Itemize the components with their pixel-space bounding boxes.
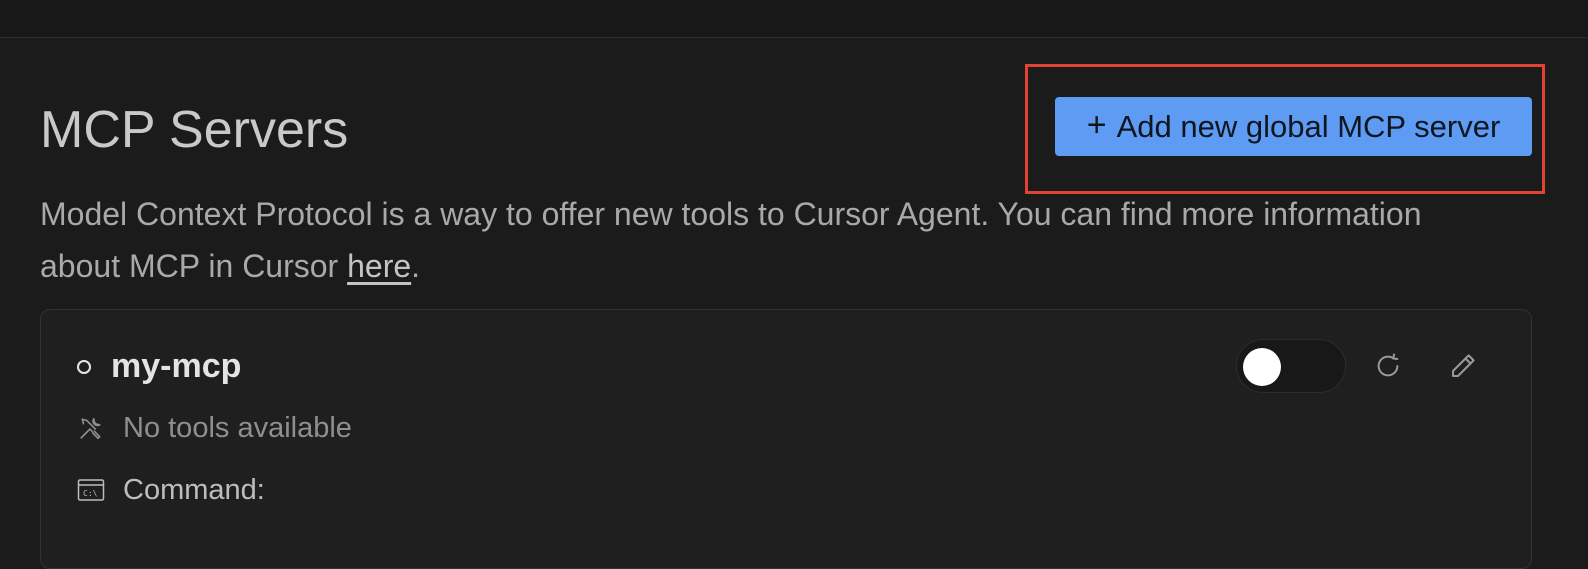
tools-icon [77, 414, 105, 442]
top-bar [0, 0, 1588, 38]
page-title: MCP Servers [40, 101, 349, 159]
tools-label: No tools available [123, 412, 352, 444]
pencil-icon [1452, 354, 1475, 377]
server-name: my-mcp [111, 347, 242, 385]
tools-row: No tools available [77, 410, 352, 446]
page-description: Model Context Protocol is a way to offer… [40, 188, 1460, 292]
description-end: . [411, 248, 421, 284]
add-global-mcp-server-button[interactable]: + Add new global MCP server [1055, 97, 1532, 156]
terminal-icon: C:\ [77, 476, 105, 504]
toggle-knob [1243, 348, 1281, 386]
command-label: Command: [123, 474, 265, 506]
svg-text:C:\: C:\ [83, 489, 98, 498]
server-enable-toggle[interactable] [1236, 339, 1346, 393]
mcp-server-card: my-mcp No tools available C:\ Command: [40, 309, 1532, 569]
status-dot-icon [77, 360, 91, 374]
command-row: C:\ Command: [77, 472, 265, 508]
description-text: Model Context Protocol is a way to offer… [40, 196, 1422, 284]
here-link[interactable]: here [347, 248, 411, 284]
edit-button[interactable] [1443, 346, 1483, 386]
plus-icon: + [1086, 105, 1107, 144]
refresh-icon [1377, 353, 1399, 377]
add-button-label: Add new global MCP server [1116, 108, 1501, 144]
refresh-button[interactable] [1368, 346, 1408, 386]
mcp-settings-page: MCP Servers + Add new global MCP server … [0, 38, 1588, 569]
